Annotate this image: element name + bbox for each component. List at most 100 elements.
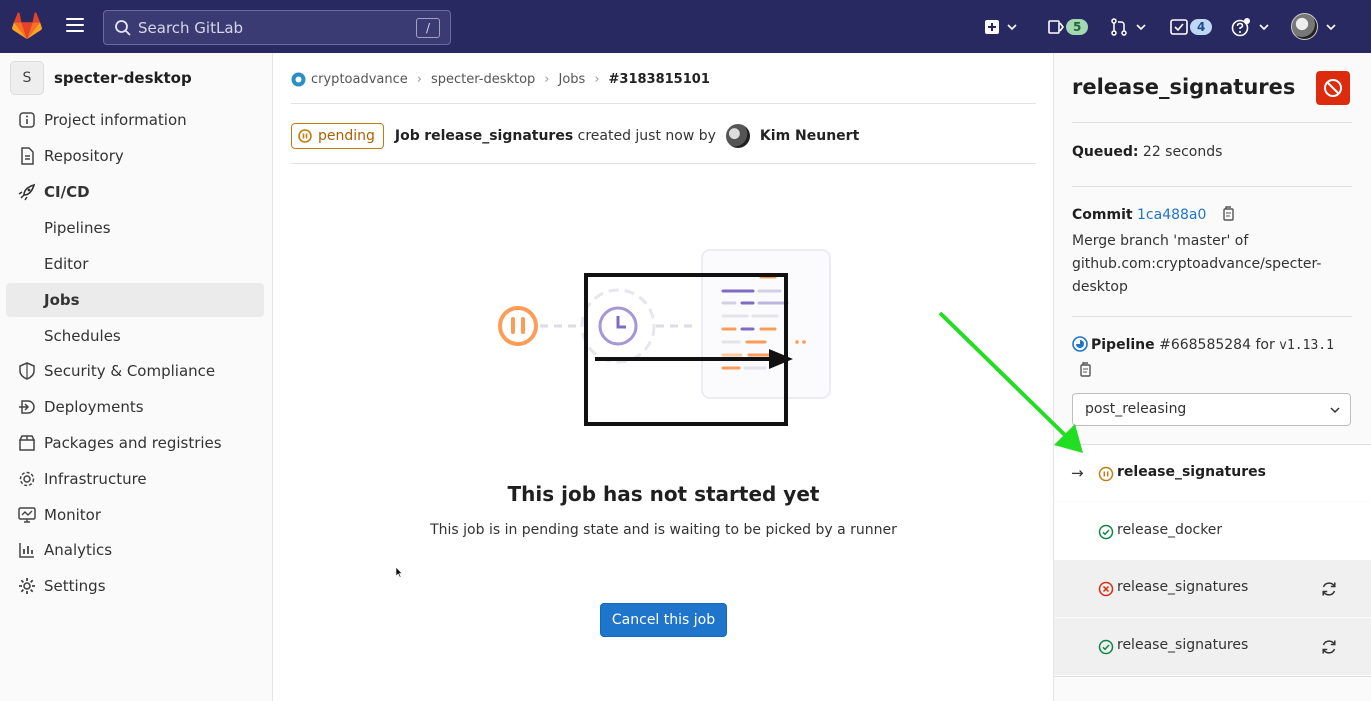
job-prefix: Job [394,128,420,144]
job-list-item-name: release_signatures [1117,637,1249,653]
sidebar-item-project-information[interactable]: Project information [0,103,273,137]
breadcrumb-current[interactable]: #3183815101 [609,72,710,87]
job-list-item-name: release_signatures [1117,464,1266,480]
job-list-item[interactable]: release_signatures [1054,560,1371,617]
chevron-down-icon [1259,23,1269,30]
project-header[interactable]: S specter-desktop [10,61,192,95]
user-menu[interactable] [1291,0,1336,53]
chevron-down-icon [1326,23,1336,30]
issues-button[interactable]: 5 [1048,0,1089,53]
chevron-down-icon [1007,23,1017,30]
erase-job-button[interactable] [1316,71,1350,105]
divider [1072,316,1352,317]
job-created-text: created just now by [577,128,716,144]
breadcrumb-group[interactable]: cryptoadvance [311,72,408,87]
merge-requests-dropdown[interactable] [1110,0,1146,53]
cancel-job-button[interactable]: Cancel this job [600,603,727,637]
failed-status-icon [1098,581,1114,597]
pipeline-info: Pipeline #668585284 for v1.13.1 [1072,334,1334,357]
group-avatar-icon [291,72,306,86]
queued-info: Queued: 22 seconds [1072,141,1222,164]
cloud-gear-icon [19,471,35,487]
job-list-item[interactable]: release_signatures [1054,618,1371,675]
menu-icon[interactable] [66,18,84,34]
sidebar-item-analytics[interactable]: Analytics [0,533,273,567]
search-shortcut: / [416,18,440,38]
todos-button[interactable]: 4 [1170,0,1213,53]
sidebar-item-settings[interactable]: Settings [0,569,273,603]
sidebar-item-label: Security & Compliance [44,362,216,380]
commit-label: Commit [1072,207,1133,223]
retry-icon[interactable] [1320,580,1338,598]
sidebar-item-security-compliance[interactable]: Security & Compliance [0,354,273,388]
sidebar-item-monitor[interactable]: Monitor [0,498,273,532]
search-input[interactable]: Search GitLab / [103,10,451,45]
success-status-icon [1098,639,1114,655]
author-avatar[interactable] [725,124,750,148]
sidebar-item-label: Monitor [44,506,102,524]
todo-check-icon [1170,18,1188,35]
sidebar-item-label: Packages and registries [44,434,222,452]
breadcrumb-project[interactable]: specter-desktop [431,72,535,87]
success-status-icon [1098,524,1114,540]
gitlab-logo-icon[interactable] [12,12,42,40]
sidebar-item-deployments[interactable]: Deployments [0,390,273,424]
sidebar-item-repository[interactable]: Repository [0,139,273,173]
commit-message-line: github.com:cryptoadvance/specter- [1072,256,1322,272]
sidebar-item-label: Jobs [44,291,80,309]
issues-icon [1048,19,1064,34]
help-dropdown[interactable] [1231,0,1269,53]
job-name: release_signatures [424,128,574,144]
commit-message-line: desktop [1072,279,1128,295]
todos-count-badge: 4 [1190,18,1213,35]
search-placeholder: Search GitLab [138,18,244,37]
mouse-cursor-icon [395,566,403,578]
sidebar-item-infrastructure[interactable]: Infrastructure [0,462,273,496]
job-details-sidebar: release_signatures Queued: 22 seconds Co… [1053,53,1371,701]
commit-message: Merge branch 'master' of github.com:cryp… [1072,230,1321,299]
chevron-down-icon [1330,407,1340,414]
stage-selected-value: post_releasing [1085,401,1187,417]
help-icon [1231,17,1250,36]
shield-icon [19,362,35,380]
commit-sha-link[interactable]: 1ca488a0 [1137,207,1206,223]
copy-icon[interactable] [1221,206,1235,222]
status-badge[interactable]: pending [291,123,384,149]
plus-square-icon [985,19,999,34]
sidebar-item-cicd[interactable]: CI/CD [0,175,273,209]
sidebar-item-label: Repository [44,147,124,165]
divider [1054,676,1371,677]
author-name[interactable]: Kim Neunert [760,128,859,144]
sidebar-item-schedules[interactable]: Schedules [0,319,273,353]
job-list-item[interactable]: release_docker [1054,503,1371,560]
annotation-arrow-icon [938,311,1083,453]
doc-icon [21,147,34,165]
retry-icon[interactable] [1320,638,1338,656]
sidebar-item-packages-registries[interactable]: Packages and registries [0,426,273,460]
sidebar-item-label: Editor [44,255,89,273]
breadcrumb-jobs[interactable]: Jobs [559,72,586,87]
deploy-icon [19,400,35,414]
pending-job-illustration [498,249,831,426]
pipeline-ref-link[interactable]: v1.13.1 [1279,338,1334,353]
project-name: specter-desktop [54,69,192,87]
pipeline-label: Pipeline [1091,337,1155,353]
pending-status-icon [1098,466,1114,482]
pipeline-id-link[interactable]: #668585284 [1159,337,1251,353]
stage-dropdown[interactable]: post_releasing [1072,393,1351,426]
chevron-down-icon [1136,23,1146,30]
job-title: Job release_signatures created just now … [395,128,716,144]
sidebar-item-pipelines[interactable]: Pipelines [0,211,273,245]
sidebar-item-jobs[interactable]: Jobs [6,283,264,317]
job-list-item-current[interactable]: → release_signatures [1054,445,1371,502]
new-dropdown[interactable] [985,0,1017,53]
chevron-right-icon: › [416,71,422,87]
sidebar-item-editor[interactable]: Editor [0,247,273,281]
commit-message-line: Merge branch 'master' of [1072,233,1249,249]
job-header: pending Job release_signatures created j… [291,122,859,150]
sidebar-job-title: release_signatures [1072,75,1296,99]
divider [291,103,1036,104]
empty-state-title: This job has not started yet [507,482,820,506]
chevron-right-icon: › [544,71,550,87]
queued-value: 22 seconds [1142,144,1223,160]
